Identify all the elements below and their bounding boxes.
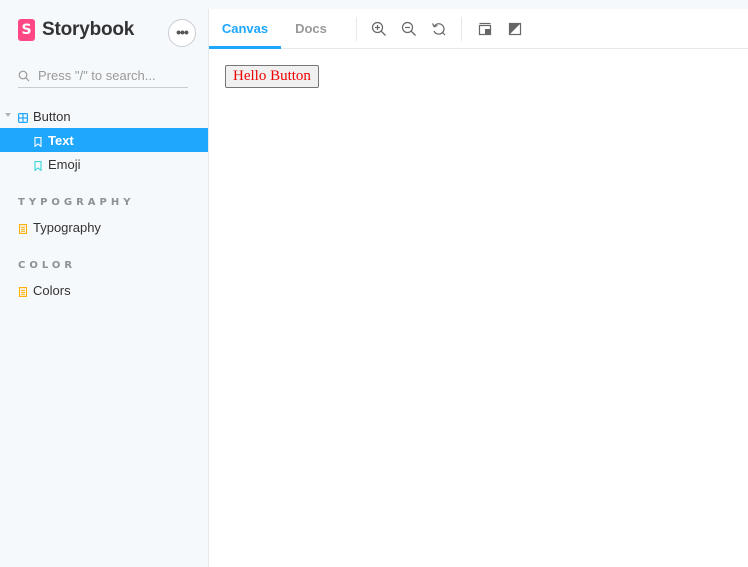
tab-docs[interactable]: Docs xyxy=(281,9,341,49)
section-title-typography: TYPOGRAPHY xyxy=(18,197,135,208)
sidebar-item-typography[interactable]: Typography xyxy=(0,215,208,239)
zoom-out-icon[interactable] xyxy=(401,21,417,37)
canvas-preview: Hello Button xyxy=(209,49,748,567)
story-tree: Button Text Emoji xyxy=(0,104,208,176)
component-icon xyxy=(18,111,29,124)
sidebar-item-button[interactable]: Button xyxy=(0,104,208,128)
storybook-logo-icon: S xyxy=(18,19,35,41)
hello-button[interactable]: Hello Button xyxy=(225,65,319,88)
sidebar-item-emoji[interactable]: Emoji xyxy=(0,152,208,176)
reset-zoom-icon[interactable] xyxy=(431,21,447,37)
sidebar-item-label: Typography xyxy=(33,220,101,235)
sidebar-item-colors[interactable]: Colors xyxy=(0,278,208,302)
brand[interactable]: S Storybook xyxy=(18,19,134,41)
sidebar-item-label: Text xyxy=(48,133,74,148)
sidebar-menu-button[interactable]: ••• xyxy=(168,19,196,47)
contrast-icon[interactable] xyxy=(507,21,523,37)
preview-panel: Canvas Docs Hello Button xyxy=(208,9,748,567)
search-input[interactable] xyxy=(38,68,178,83)
search-box xyxy=(18,64,188,88)
toolbar: Canvas Docs xyxy=(209,9,748,49)
toolbar-divider xyxy=(356,17,357,41)
chevron-down-icon[interactable] xyxy=(5,113,11,117)
brand-name: Storybook xyxy=(42,19,135,40)
sidebar-item-label: Emoji xyxy=(48,157,81,172)
storybook-app: S Storybook ••• Press "/" to search... B… xyxy=(0,0,748,567)
zoom-in-icon[interactable] xyxy=(371,21,387,37)
document-icon xyxy=(18,222,28,234)
sidebar-item-label: Button xyxy=(33,109,71,124)
bookmark-icon xyxy=(33,135,43,148)
tab-canvas[interactable]: Canvas xyxy=(209,9,281,49)
sidebar-item-text[interactable]: Text xyxy=(0,128,208,152)
section-title-color: COLOR xyxy=(18,260,77,271)
toolbar-divider xyxy=(461,17,462,41)
document-icon xyxy=(18,285,28,297)
sidebar: S Storybook ••• Press "/" to search... B… xyxy=(0,0,208,567)
bookmark-icon xyxy=(33,159,43,172)
background-icon[interactable] xyxy=(477,21,493,37)
search-icon xyxy=(18,69,32,83)
sidebar-item-label: Colors xyxy=(33,283,71,298)
